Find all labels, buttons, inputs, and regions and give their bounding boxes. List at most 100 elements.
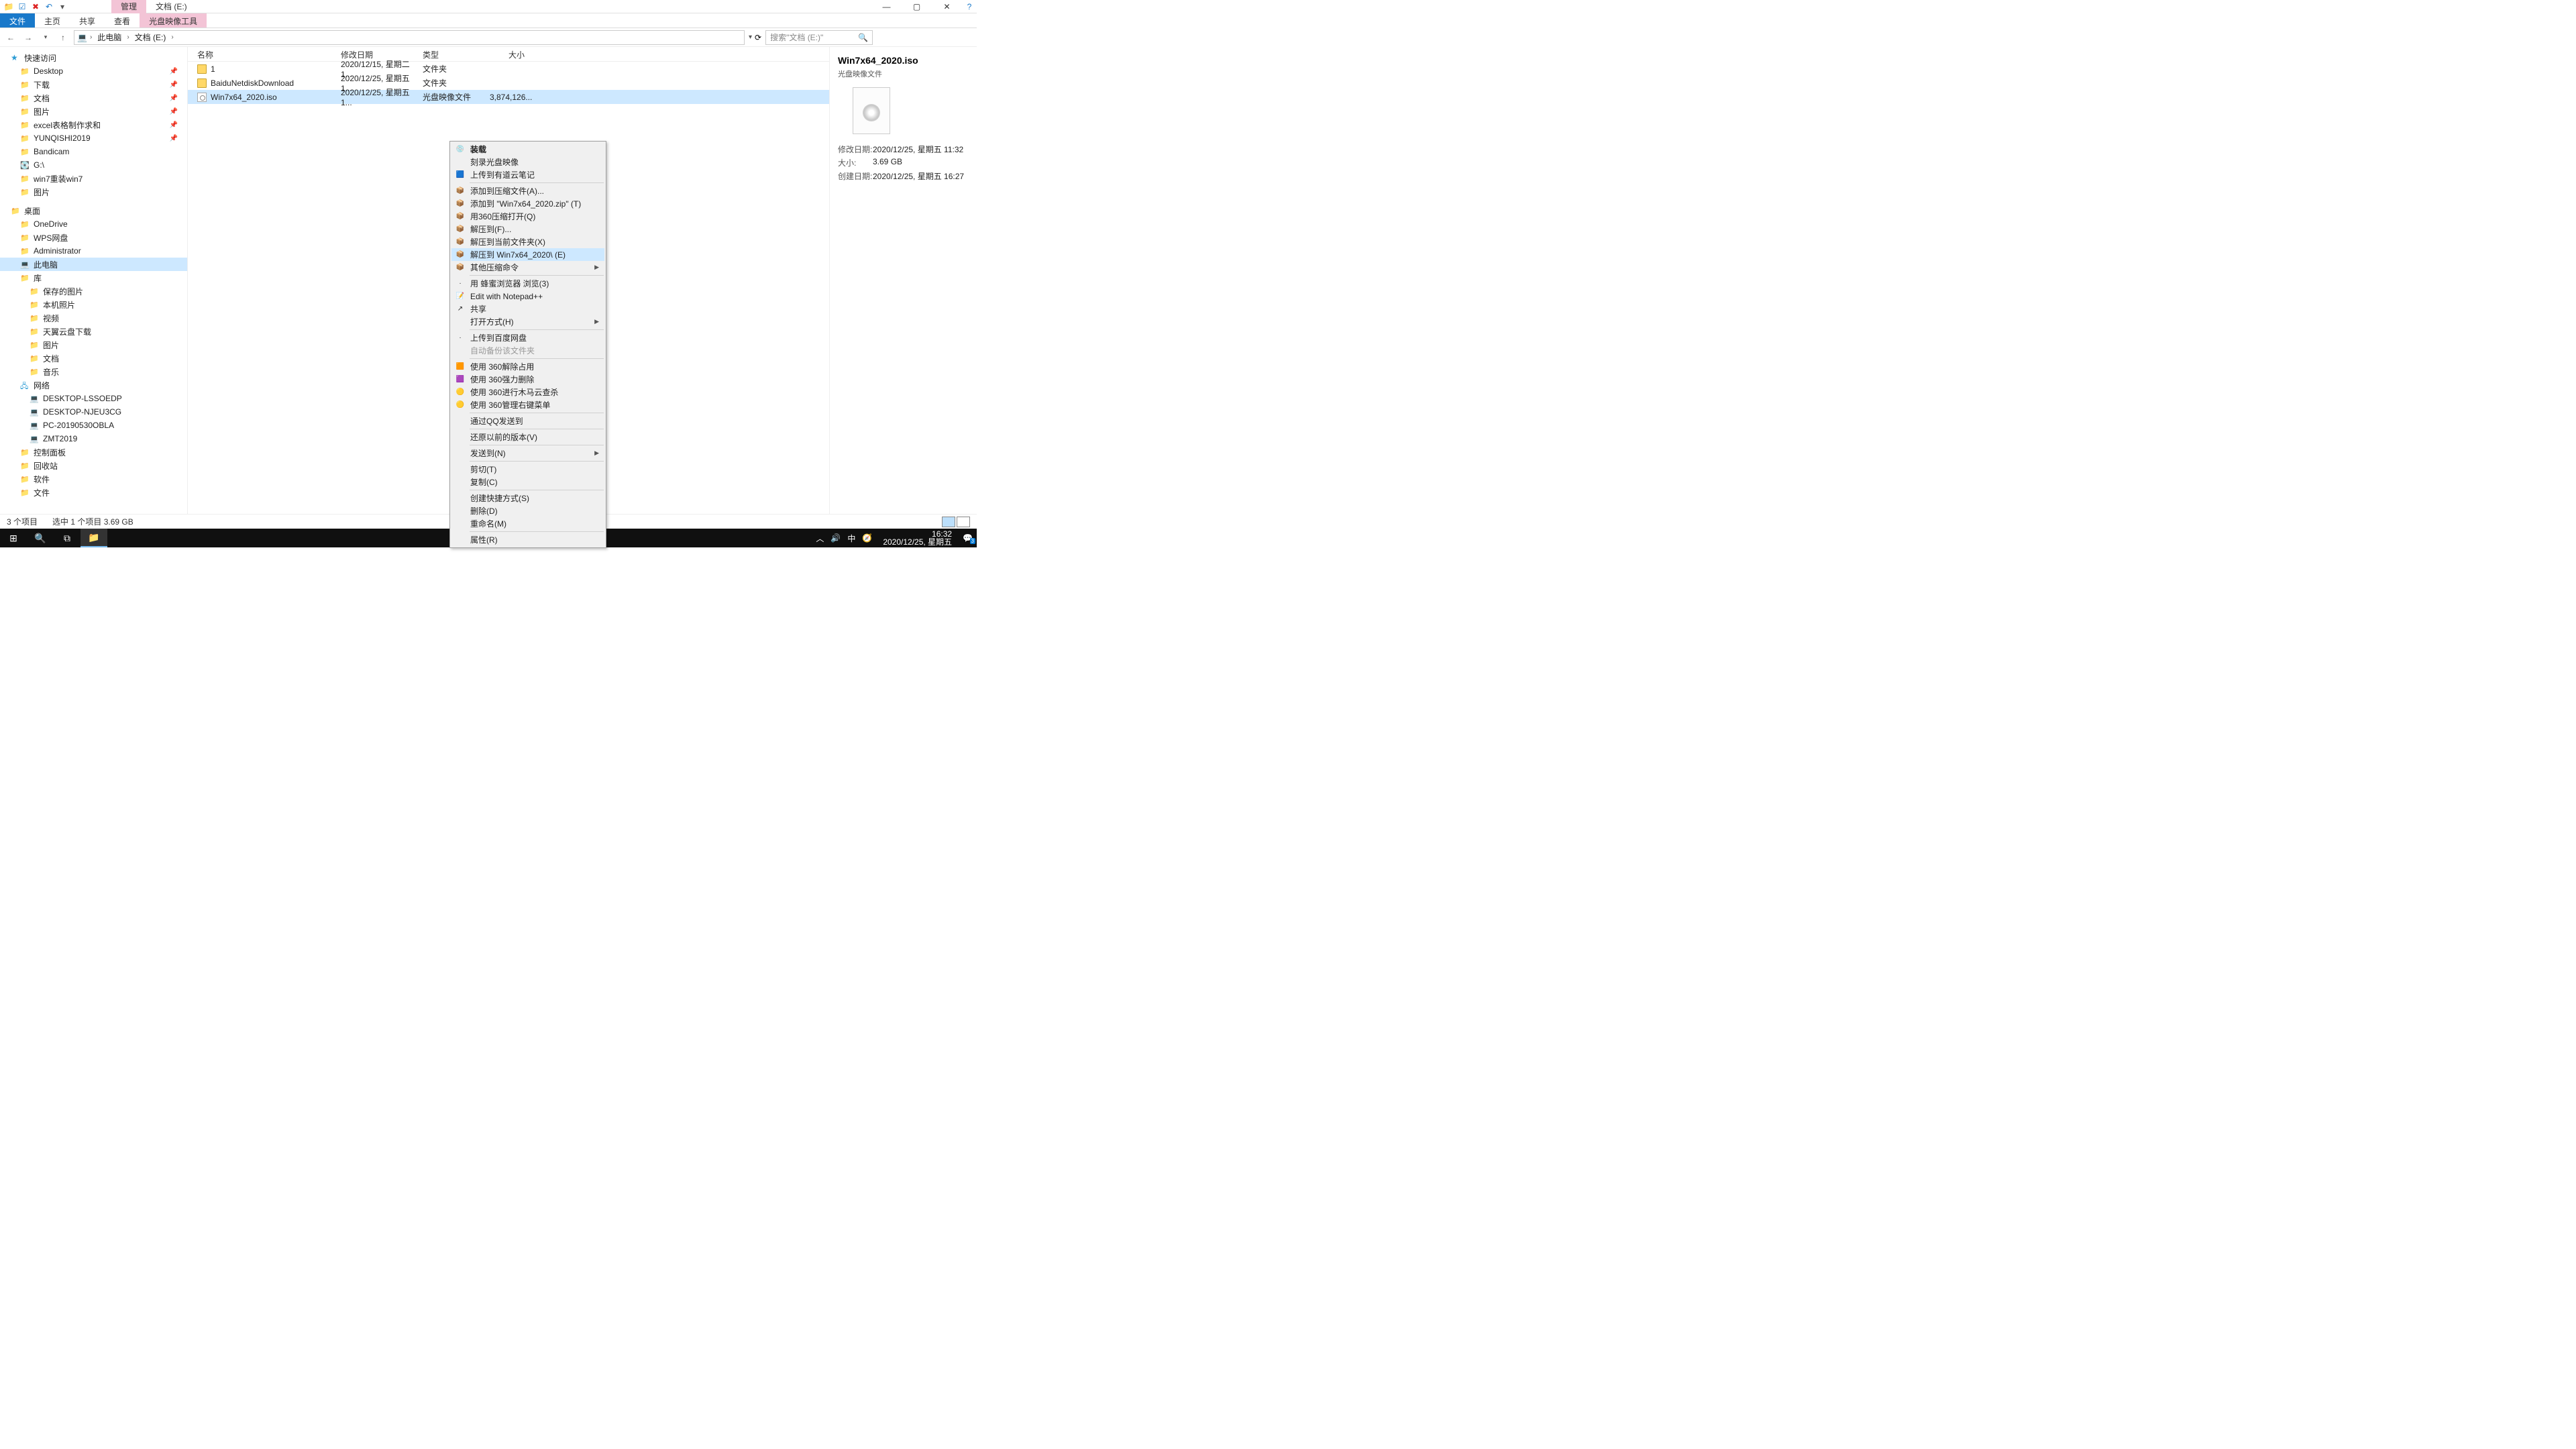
column-header-type[interactable]: 类型 (417, 47, 484, 61)
context-menu-item[interactable]: 📦解压到(F)... (451, 223, 604, 235)
context-menu-item[interactable]: 发送到(N)▶ (451, 447, 604, 460)
context-menu-item[interactable]: ·用 蜂蜜浏览器 浏览(3) (451, 277, 604, 290)
tree-item[interactable]: 网络 (0, 378, 187, 392)
context-menu-item[interactable]: 复制(C) (451, 476, 604, 488)
details-view-button[interactable] (942, 517, 955, 527)
tree-item[interactable]: OneDrive (0, 217, 187, 231)
tree-item[interactable]: 视频 (0, 311, 187, 325)
clock[interactable]: 16:32 2020/12/25, 星期五 (879, 530, 956, 546)
context-menu-item[interactable]: 📦添加到压缩文件(A)... (451, 184, 604, 197)
tree-item[interactable]: 本机照片 (0, 298, 187, 311)
tree-item[interactable]: 保存的图片 (0, 284, 187, 298)
context-menu-item[interactable]: 还原以前的版本(V) (451, 431, 604, 443)
tree-item[interactable]: 天翼云盘下载 (0, 325, 187, 338)
context-menu-item[interactable]: 刻录光盘映像 (451, 156, 604, 168)
file-row[interactable]: Win7x64_2020.iso2020/12/25, 星期五 1...光盘映像… (188, 90, 829, 104)
tree-item[interactable]: 桌面 (0, 204, 187, 217)
ribbon-tab-file[interactable]: 文件 (0, 13, 35, 28)
tree-item[interactable]: 图片📌 (0, 105, 187, 118)
context-menu-item[interactable]: 重命名(M) (451, 517, 604, 530)
tree-item[interactable]: 图片 (0, 338, 187, 352)
context-menu-item[interactable]: 属性(R) (451, 533, 604, 546)
undo-icon[interactable]: ↶ (44, 2, 54, 11)
context-menu-item[interactable]: 🟡使用 360管理右键菜单 (451, 398, 604, 411)
close-button[interactable]: ✕ (932, 0, 962, 13)
action-center-icon[interactable]: 💬3 (963, 533, 973, 543)
contextual-tab-manage[interactable]: 管理 (111, 0, 146, 13)
file-explorer-taskbar-icon[interactable]: 📁 (80, 529, 107, 547)
task-view-button[interactable]: ⧉ (54, 529, 80, 547)
context-menu-item[interactable]: 打开方式(H)▶ (451, 315, 604, 328)
ribbon-tab-home[interactable]: 主页 (35, 13, 70, 28)
context-menu-item[interactable]: 📦其他压缩命令▶ (451, 261, 604, 274)
tree-item[interactable]: DESKTOP-NJEU3CG (0, 405, 187, 419)
tree-item[interactable]: win7重装win7 (0, 172, 187, 185)
address-dropdown-button[interactable]: ▾ (749, 34, 752, 41)
tree-item[interactable]: ZMT2019 (0, 432, 187, 445)
context-menu-item[interactable]: 🟦上传到有道云笔记 (451, 168, 604, 181)
context-menu-item[interactable]: 剪切(T) (451, 463, 604, 476)
tree-item[interactable]: YUNQISHI2019📌 (0, 131, 187, 145)
ribbon-tab-disc-tools[interactable]: 光盘映像工具 (140, 13, 207, 28)
search-button[interactable]: 🔍 (27, 529, 54, 547)
tree-item[interactable]: 文件 (0, 486, 187, 499)
context-menu-item[interactable]: 🟧使用 360解除占用 (451, 360, 604, 373)
breadcrumb[interactable]: 文档 (E:) (132, 32, 169, 43)
column-header-size[interactable]: 大小 (484, 47, 545, 61)
refresh-button[interactable]: ⟳ (755, 33, 761, 42)
context-menu-item[interactable]: 删除(D) (451, 504, 604, 517)
ribbon-tab-view[interactable]: 查看 (105, 13, 140, 28)
file-row[interactable]: BaiduNetdiskDownload2020/12/25, 星期五 1...… (188, 76, 829, 90)
search-input[interactable]: 搜索"文档 (E:)" 🔍 (765, 30, 873, 45)
tree-item[interactable]: 图片 (0, 185, 187, 199)
chevron-right-icon[interactable]: › (90, 34, 92, 41)
tree-item[interactable]: 软件 (0, 472, 187, 486)
column-header-name[interactable]: 名称 (188, 47, 335, 61)
icons-view-button[interactable] (957, 517, 970, 527)
breadcrumb[interactable]: 此电脑 (95, 32, 124, 43)
tree-item[interactable]: Bandicam (0, 145, 187, 158)
tree-item[interactable]: Desktop📌 (0, 64, 187, 78)
volume-icon[interactable]: 🔊 (830, 533, 841, 543)
maximize-button[interactable]: ▢ (902, 0, 932, 13)
nav-up-button[interactable]: ↑ (56, 33, 70, 42)
tree-item[interactable]: 库 (0, 271, 187, 284)
tree-item[interactable]: ★快速访问 (0, 51, 187, 64)
context-menu-item[interactable]: 📦解压到 Win7x64_2020\ (E) (451, 248, 604, 261)
context-menu-item[interactable]: 🟡使用 360进行木马云查杀 (451, 386, 604, 398)
network-icon[interactable]: 🧭 (862, 533, 872, 543)
context-menu-item[interactable]: 📦添加到 "Win7x64_2020.zip" (T) (451, 197, 604, 210)
tree-item[interactable]: 回收站 (0, 459, 187, 472)
tree-item[interactable]: 文档 (0, 352, 187, 365)
context-menu-item[interactable]: 通过QQ发送到 (451, 415, 604, 427)
tree-item[interactable]: DESKTOP-LSSOEDP (0, 392, 187, 405)
chevron-right-icon[interactable]: › (127, 34, 129, 41)
delete-icon[interactable]: ✖ (31, 2, 40, 11)
ime-indicator[interactable]: 中 (847, 533, 855, 544)
start-button[interactable]: ⊞ (0, 529, 27, 547)
dropdown-icon[interactable]: ▾ (58, 2, 67, 11)
context-menu-item[interactable]: 🟪使用 360强力删除 (451, 373, 604, 386)
minimize-button[interactable]: — (871, 0, 902, 13)
context-menu-item[interactable]: 📝Edit with Notepad++ (451, 290, 604, 303)
tree-item[interactable]: 文档📌 (0, 91, 187, 105)
search-icon[interactable]: 🔍 (858, 33, 868, 42)
tree-item[interactable]: 音乐 (0, 365, 187, 378)
file-row[interactable]: 12020/12/15, 星期二 1...文件夹 (188, 62, 829, 76)
context-menu-item[interactable]: ↗共享 (451, 303, 604, 315)
context-menu-item[interactable]: 📦用360压缩打开(Q) (451, 210, 604, 223)
tree-item[interactable]: 此电脑 (0, 258, 187, 271)
chevron-right-icon[interactable]: › (171, 34, 173, 41)
checkbox-icon[interactable]: ☑ (17, 2, 27, 11)
context-menu-item[interactable]: 📦解压到当前文件夹(X) (451, 235, 604, 248)
context-menu-item[interactable]: 💿装载 (451, 143, 604, 156)
tree-item[interactable]: PC-20190530OBLA (0, 419, 187, 432)
ribbon-tab-share[interactable]: 共享 (70, 13, 105, 28)
tree-item[interactable]: Administrator (0, 244, 187, 258)
context-menu-item[interactable]: ·上传到百度网盘 (451, 331, 604, 344)
address-bar[interactable]: 💻 › 此电脑 › 文档 (E:) › (74, 30, 745, 45)
chevron-down-icon[interactable]: ▾ (39, 34, 52, 41)
tree-item[interactable]: excel表格制作求和📌 (0, 118, 187, 131)
tree-item[interactable]: WPS网盘 (0, 231, 187, 244)
context-menu-item[interactable]: 创建快捷方式(S) (451, 492, 604, 504)
